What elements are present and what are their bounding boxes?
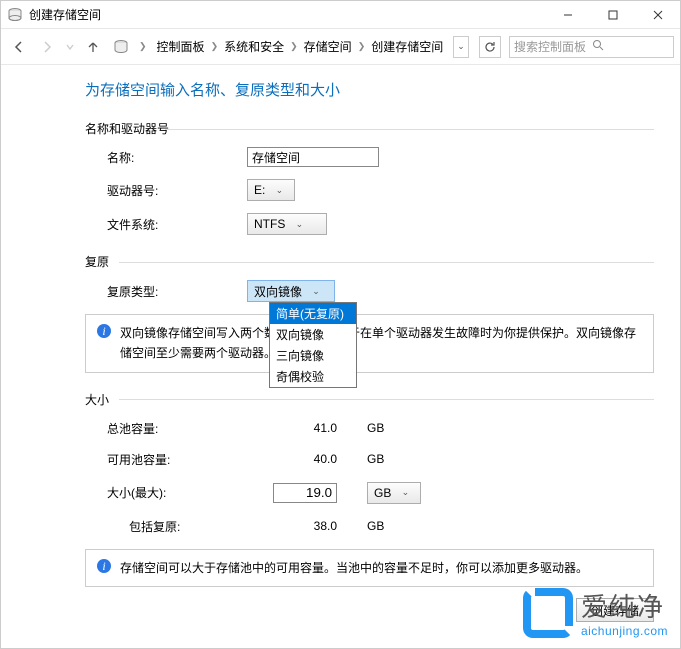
section-size: 大小 总池容量: 41.0 GB 可用池容量: 40.0 GB 大小(最大): … bbox=[85, 391, 654, 587]
section-header: 大小 bbox=[85, 391, 654, 408]
forward-button[interactable] bbox=[35, 35, 59, 59]
page-title: 为存储空间输入名称、复原类型和大小 bbox=[85, 79, 654, 100]
search-input[interactable]: 搜索控制面板 bbox=[509, 36, 674, 58]
storage-icon bbox=[113, 39, 129, 55]
size-max-label: 大小(最大): bbox=[107, 484, 247, 501]
row-name: 名称: bbox=[107, 147, 654, 167]
section-header: 复原 bbox=[85, 253, 654, 270]
navbar: ❯ 控制面板 ❯ 系统和安全 ❯ 存储空间 ❯ 创建存储空间 ⌄ 搜索控制面板 bbox=[1, 29, 680, 65]
watermark-en: aichunjing.com bbox=[581, 624, 668, 638]
row-avail-pool: 可用池容量: 40.0 GB bbox=[107, 451, 654, 468]
breadcrumb-item[interactable]: 系统和安全 bbox=[220, 38, 288, 55]
size-info-box: i 存储空间可以大于存储池中的可用容量。当池中的容量不足时，你可以添加更多驱动器… bbox=[85, 549, 654, 587]
row-total-pool: 总池容量: 41.0 GB bbox=[107, 420, 654, 437]
footer-actions: 创建存储 bbox=[576, 598, 654, 622]
size-unit-select[interactable]: GB ⌄ bbox=[367, 482, 421, 504]
total-pool-unit: GB bbox=[367, 421, 407, 435]
resiliency-info-text: 双向镜像存储空间写入两个数据副本，有助于在单个驱动器发生故障时为你提供保护。双向… bbox=[120, 323, 643, 364]
avail-pool-unit: GB bbox=[367, 452, 407, 466]
info-icon: i bbox=[96, 558, 112, 574]
breadcrumb-item[interactable]: 创建存储空间 bbox=[367, 38, 447, 55]
total-pool-label: 总池容量: bbox=[107, 420, 247, 437]
row-drive: 驱动器号: E: ⌄ bbox=[107, 179, 654, 201]
row-filesystem: 文件系统: NTFS ⌄ bbox=[107, 213, 654, 235]
search-placeholder: 搜索控制面板 bbox=[514, 38, 592, 55]
watermark-logo-icon bbox=[523, 588, 573, 638]
breadcrumb-item[interactable]: 控制面板 bbox=[153, 38, 209, 55]
window-controls bbox=[545, 1, 680, 28]
maximize-button[interactable] bbox=[590, 1, 635, 28]
avail-pool-value: 40.0 bbox=[247, 452, 367, 466]
dropdown-option-simple[interactable]: 简单(无复原) bbox=[270, 303, 356, 324]
breadcrumb: 控制面板 ❯ 系统和安全 ❯ 存储空间 ❯ 创建存储空间 bbox=[153, 38, 449, 55]
close-button[interactable] bbox=[635, 1, 680, 28]
avail-pool-label: 可用池容量: bbox=[107, 451, 247, 468]
fs-label: 文件系统: bbox=[107, 216, 247, 233]
recent-dropdown[interactable] bbox=[63, 35, 77, 59]
chevron-down-icon: ⌄ bbox=[271, 185, 287, 196]
chevron-down-icon: ⌄ bbox=[308, 286, 324, 297]
refresh-button[interactable] bbox=[479, 36, 501, 58]
search-icon bbox=[592, 39, 670, 54]
dropdown-option-twoway[interactable]: 双向镜像 bbox=[270, 324, 356, 345]
minimize-button[interactable] bbox=[545, 1, 590, 28]
titlebar: 创建存储空间 bbox=[1, 1, 680, 29]
incl-resil-label: 包括复原: bbox=[129, 518, 247, 535]
resiliency-label: 复原类型: bbox=[107, 283, 247, 300]
dropdown-option-threeway[interactable]: 三向镜像 bbox=[270, 345, 356, 366]
dropdown-option-parity[interactable]: 奇偶校验 bbox=[270, 366, 356, 387]
drive-select[interactable]: E: ⌄ bbox=[247, 179, 295, 201]
fs-select[interactable]: NTFS ⌄ bbox=[247, 213, 327, 235]
address-dropdown[interactable]: ⌄ bbox=[453, 36, 469, 58]
drive-label: 驱动器号: bbox=[107, 182, 247, 199]
section-name-drive: 名称和驱动器号 名称: 驱动器号: E: ⌄ 文件系统: NTFS ⌄ bbox=[85, 120, 654, 235]
chevron-icon: ❯ bbox=[288, 41, 300, 52]
window-title: 创建存储空间 bbox=[29, 6, 545, 23]
chevron-down-icon: ⌄ bbox=[397, 487, 413, 498]
name-input[interactable] bbox=[247, 147, 379, 167]
size-info-text: 存储空间可以大于存储池中的可用容量。当池中的容量不足时，你可以添加更多驱动器。 bbox=[120, 558, 588, 578]
section-resiliency: 复原 复原类型: 双向镜像 ⌄ 简单(无复原) 双向镜像 三向镜像 奇偶校验 i… bbox=[85, 253, 654, 373]
resiliency-dropdown-list: 简单(无复原) 双向镜像 三向镜像 奇偶校验 bbox=[269, 302, 357, 388]
row-size-max: 大小(最大): GB ⌄ bbox=[107, 482, 654, 504]
row-incl-resil: 包括复原: 38.0 GB bbox=[129, 518, 654, 535]
total-pool-value: 41.0 bbox=[247, 421, 367, 435]
size-max-input[interactable] bbox=[273, 483, 337, 503]
storage-icon bbox=[7, 7, 23, 23]
incl-resil-value: 38.0 bbox=[247, 519, 367, 533]
info-icon: i bbox=[96, 323, 112, 339]
back-button[interactable] bbox=[7, 35, 31, 59]
svg-text:i: i bbox=[102, 324, 105, 338]
chevron-icon: ❯ bbox=[209, 41, 221, 52]
content-area: 为存储空间输入名称、复原类型和大小 名称和驱动器号 名称: 驱动器号: E: ⌄… bbox=[1, 65, 680, 587]
resiliency-select[interactable]: 双向镜像 ⌄ bbox=[247, 280, 335, 302]
incl-resil-unit: GB bbox=[367, 519, 407, 533]
chevron-icon: ❯ bbox=[356, 41, 368, 52]
create-button[interactable]: 创建存储 bbox=[576, 598, 654, 622]
chevron-down-icon: ⌄ bbox=[291, 219, 307, 230]
row-resiliency-type: 复原类型: 双向镜像 ⌄ 简单(无复原) 双向镜像 三向镜像 奇偶校验 bbox=[107, 280, 654, 302]
resiliency-info-box: i 双向镜像存储空间写入两个数据副本，有助于在单个驱动器发生故障时为你提供保护。… bbox=[85, 314, 654, 373]
name-label: 名称: bbox=[107, 149, 247, 166]
up-button[interactable] bbox=[81, 35, 105, 59]
chevron-icon: ❯ bbox=[137, 41, 149, 52]
section-header: 名称和驱动器号 bbox=[85, 120, 654, 137]
svg-text:i: i bbox=[102, 559, 105, 573]
breadcrumb-item[interactable]: 存储空间 bbox=[300, 38, 356, 55]
